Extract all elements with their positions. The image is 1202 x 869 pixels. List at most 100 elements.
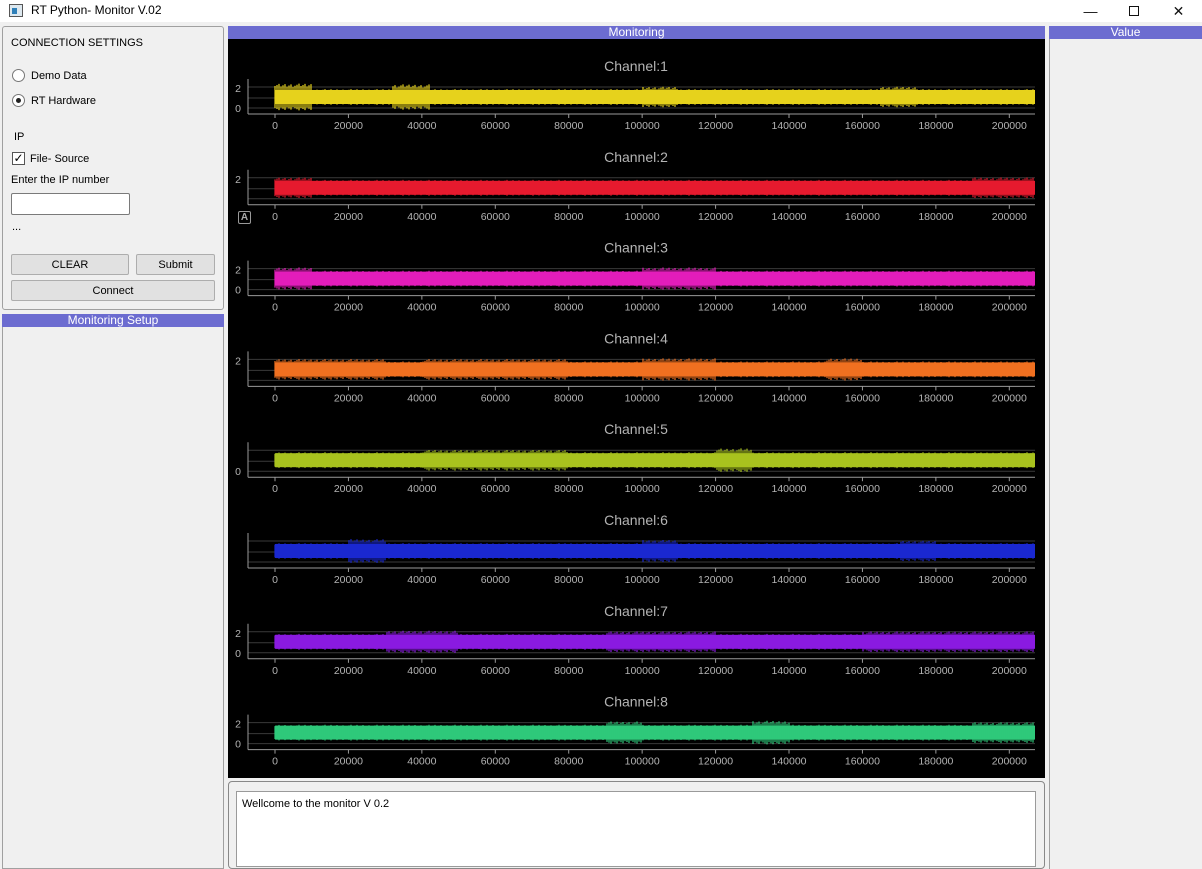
x-tick-label: 0 xyxy=(272,302,278,314)
x-tick-label: 20000 xyxy=(334,483,363,495)
radio-rt-hardware[interactable]: RT Hardware xyxy=(12,94,96,107)
x-tick-label: 40000 xyxy=(407,665,436,677)
monitoring-setup-header: Monitoring Setup xyxy=(2,314,224,327)
connection-settings-title: CONNECTION SETTINGS xyxy=(11,37,144,49)
x-tick-label: 60000 xyxy=(481,574,510,586)
x-tick-label: 20000 xyxy=(334,392,363,404)
monitoring-header: Monitoring xyxy=(228,26,1045,39)
minimize-button[interactable]: — xyxy=(1068,0,1113,22)
x-tick-label: 100000 xyxy=(625,392,660,404)
connection-settings-panel: CONNECTION SETTINGS Demo Data RT Hardwar… xyxy=(2,26,224,310)
x-tick-label: 0 xyxy=(272,483,278,495)
x-tick-label: 120000 xyxy=(698,574,733,586)
checkmark-icon[interactable]: ✓ xyxy=(12,152,25,165)
x-tick-label: 140000 xyxy=(771,665,806,677)
channel-plot: Channel:2 2 0 20000 40000 60000 80000 100000 120… xyxy=(235,149,1035,223)
channel-plot: Channel:4 2 0 20000 40000 60000 80000 100000 120… xyxy=(235,330,1035,404)
x-tick-label: 180000 xyxy=(918,483,953,495)
channel-plot: Channel:1 2 0 0 20000 40000 60000 80000 100000 12… xyxy=(235,58,1035,132)
x-tick-label: 120000 xyxy=(698,483,733,495)
x-tick-label: 60000 xyxy=(481,756,510,768)
ip-label: IP xyxy=(14,131,25,143)
x-tick-label: 100000 xyxy=(625,574,660,586)
radio-demo-data[interactable]: Demo Data xyxy=(12,69,87,82)
x-tick-label: 200000 xyxy=(992,483,1027,495)
channel-plot: Channel:6 0 20000 40000 60000 80000 100000 1200… xyxy=(247,512,1035,586)
x-tick-label: 180000 xyxy=(918,574,953,586)
x-tick-label: 60000 xyxy=(481,392,510,404)
x-tick-label: 40000 xyxy=(407,211,436,223)
x-tick-label: 20000 xyxy=(334,302,363,314)
window-title: RT Python- Monitor V.02 xyxy=(31,3,162,17)
channel-title: Channel:1 xyxy=(604,58,668,74)
x-tick-label: 40000 xyxy=(407,120,436,132)
x-tick-label: 140000 xyxy=(771,483,806,495)
auto-range-button[interactable]: A xyxy=(238,211,251,224)
console-output[interactable]: Wellcome to the monitor V 0.2 xyxy=(236,791,1036,867)
x-tick-label: 100000 xyxy=(625,483,660,495)
ip-prompt-label: Enter the IP number xyxy=(11,174,110,186)
x-tick-label: 100000 xyxy=(625,302,660,314)
y-tick-label: 0 xyxy=(235,103,241,115)
x-tick-label: 0 xyxy=(272,756,278,768)
x-tick-label: 40000 xyxy=(407,574,436,586)
x-tick-label: 140000 xyxy=(771,120,806,132)
x-tick-label: 120000 xyxy=(698,392,733,404)
x-tick-label: 180000 xyxy=(918,302,953,314)
x-tick-label: 60000 xyxy=(481,302,510,314)
monitoring-setup-panel xyxy=(2,327,224,869)
x-tick-label: 0 xyxy=(272,574,278,586)
channel-plot: Channel:5 0 0 20000 40000 60000 80000 100000 120… xyxy=(235,421,1035,495)
x-tick-label: 140000 xyxy=(771,302,806,314)
x-tick-label: 80000 xyxy=(554,392,583,404)
x-tick-label: 120000 xyxy=(698,302,733,314)
file-source-checkbox[interactable]: ✓ File- Source xyxy=(12,152,89,165)
x-tick-label: 140000 xyxy=(771,756,806,768)
channel-title: Channel:5 xyxy=(604,421,668,437)
radio-button[interactable] xyxy=(12,69,25,82)
y-tick-label: 2 xyxy=(235,265,241,277)
x-tick-label: 180000 xyxy=(918,120,953,132)
close-button[interactable]: ✕ xyxy=(1156,0,1201,22)
clear-button[interactable]: CLEAR xyxy=(11,254,129,275)
ip-number-input[interactable] xyxy=(11,193,130,215)
x-tick-label: 80000 xyxy=(554,120,583,132)
channel-title: Channel:4 xyxy=(604,330,668,346)
radio-button-checked[interactable] xyxy=(12,94,25,107)
x-tick-label: 60000 xyxy=(481,665,510,677)
x-tick-label: 40000 xyxy=(407,392,436,404)
submit-button[interactable]: Submit xyxy=(136,254,215,275)
y-tick-label: 0 xyxy=(235,739,241,751)
channel-plot: Channel:7 2 0 0 20000 40000 60000 80000 100000 12… xyxy=(235,603,1035,677)
x-tick-label: 200000 xyxy=(992,665,1027,677)
x-tick-label: 160000 xyxy=(845,211,880,223)
x-tick-label: 0 xyxy=(272,392,278,404)
title-bar: RT Python- Monitor V.02 — ✕ xyxy=(0,0,1202,22)
x-tick-label: 80000 xyxy=(554,483,583,495)
channel-plot: Channel:3 2 0 0 20000 40000 60000 80000 100000 12… xyxy=(235,240,1035,314)
x-tick-label: 100000 xyxy=(625,120,660,132)
y-tick-label: 2 xyxy=(235,355,241,367)
x-tick-label: 200000 xyxy=(992,392,1027,404)
x-tick-label: 200000 xyxy=(992,211,1027,223)
x-tick-label: 160000 xyxy=(845,665,880,677)
x-tick-label: 80000 xyxy=(554,302,583,314)
x-tick-label: 20000 xyxy=(334,211,363,223)
maximize-button[interactable] xyxy=(1111,0,1156,22)
x-tick-label: 120000 xyxy=(698,756,733,768)
y-tick-label: 0 xyxy=(235,285,241,297)
y-tick-label: 2 xyxy=(235,83,241,95)
x-tick-label: 80000 xyxy=(554,574,583,586)
x-tick-label: 20000 xyxy=(334,665,363,677)
x-tick-label: 100000 xyxy=(625,665,660,677)
x-tick-label: 160000 xyxy=(845,483,880,495)
x-tick-label: 180000 xyxy=(918,392,953,404)
value-panel xyxy=(1049,39,1202,869)
x-tick-label: 180000 xyxy=(918,665,953,677)
radio-hardware-label: RT Hardware xyxy=(31,94,97,107)
connect-button[interactable]: Connect xyxy=(11,280,215,301)
x-tick-label: 20000 xyxy=(334,574,363,586)
x-tick-label: 80000 xyxy=(554,665,583,677)
x-tick-label: 80000 xyxy=(554,756,583,768)
x-tick-label: 160000 xyxy=(845,392,880,404)
